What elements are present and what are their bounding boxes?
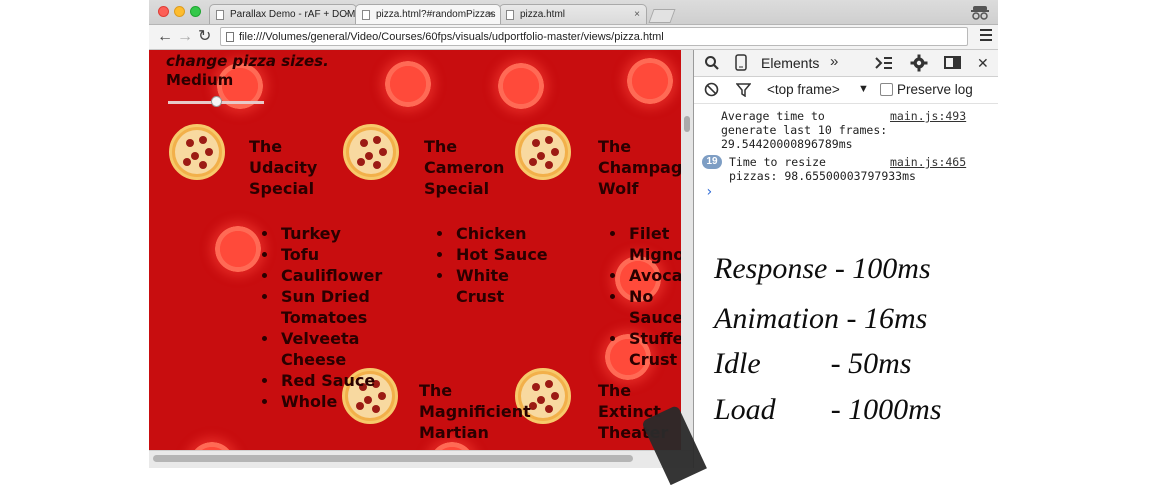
ingredient-item: Sun Dried Tomatoes [279,286,399,328]
scrollbar-thumb[interactable] [153,455,633,462]
ingredient-list: Chicken Hot Sauce White Crust [436,223,554,307]
background-pizza [627,58,673,104]
title-bar: Parallax Demo - rAF + DOM × pizza.html?#… [149,0,998,25]
url-text: file:///Volumes/general/Video/Courses/60… [239,31,664,43]
clear-console-icon[interactable] [704,82,719,97]
tab-title: pizza.html [520,9,566,20]
background-pizza [385,61,431,107]
vertical-scrollbar[interactable] [681,50,693,450]
ingredient-item: Cauliflower [279,265,399,286]
ingredient-item: Tofu [279,244,399,265]
page-icon [216,10,224,20]
horizontal-scrollbar[interactable] [149,450,693,468]
ingredient-item: White Crust [454,265,554,307]
handwritten-note: Response - 100ms [714,252,931,285]
ingredient-item: Whole [279,391,399,412]
devtools-toolbar: Elements » ✕ [694,50,998,77]
minimize-window-button[interactable] [174,6,185,17]
handwritten-note: Load - 1000ms [714,393,942,426]
close-tab-icon[interactable]: × [344,5,350,24]
page-icon [226,32,234,42]
frame-context-select[interactable]: <top frame> [767,82,840,97]
pizza-name: The Udacity Special [249,137,318,198]
slider-knob[interactable] [210,96,222,107]
incognito-icon[interactable] [970,2,990,22]
ingredient-item: Red Sauce [279,370,399,391]
ingredient-item: Hot Sauce [454,244,554,265]
ingredient-item: Avoca [627,265,681,286]
source-link[interactable]: main.js:493 [890,109,966,123]
ingredient-item: Velveeta Cheese [279,328,399,370]
ingredient-list: Turkey Tofu Cauliflower Sun Dried Tomato… [261,223,399,412]
device-mode-icon[interactable] [735,54,747,71]
preserve-log-label: Preserve log [897,82,973,97]
background-pizza [215,226,261,272]
dock-side-icon[interactable] [944,55,962,71]
tab-title: Parallax Demo - rAF + DOM [230,9,356,20]
console-filter-bar: <top frame> ▼ Preserve log [694,77,998,104]
tab-pizza[interactable]: pizza.html × [499,4,647,24]
gear-icon[interactable] [910,54,928,72]
console-prompt-icon[interactable]: › [705,185,713,199]
browser-toolbar: ← → ↻ file:///Volumes/general/Video/Cour… [149,25,998,50]
ingredient-item: No Sauce [627,286,681,328]
pizza-size-label: Medium [166,71,234,89]
search-icon[interactable] [704,55,720,71]
ingredient-item: Turkey [279,223,399,244]
pizza-image [169,124,225,180]
ingredient-item: Chicken [454,223,554,244]
console-drawer-icon[interactable] [875,55,893,71]
page-icon [506,10,514,20]
console-message: Time to resize pizzas: 98.65500003797933… [729,155,916,183]
chevron-down-icon[interactable]: ▼ [858,83,869,95]
background-pizza [498,63,544,109]
scrollbar-thumb[interactable] [684,116,690,132]
filter-icon[interactable] [736,83,751,97]
page-icon [362,10,370,20]
close-window-button[interactable] [158,6,169,17]
ingredient-item: Filet Migno [627,223,681,265]
tab-parallax-demo[interactable]: Parallax Demo - rAF + DOM × [209,4,357,24]
new-tab-button[interactable] [648,9,676,23]
pizza-name: The Cameron Special [424,137,505,198]
tab-pizza-random[interactable]: pizza.html?#randomPizzas × [355,4,501,24]
ingredient-item: Stuffe Crust [627,328,681,370]
source-link[interactable]: main.js:465 [890,155,966,169]
close-tab-icon[interactable]: × [488,5,494,24]
tab-elements[interactable]: Elements [761,54,819,72]
pizza-name: The Magnificient Martian [419,381,531,442]
handwritten-note: Animation - 16ms [714,302,928,335]
close-tab-icon[interactable]: × [634,5,640,24]
page-header: change pizza sizes. [166,52,329,70]
tab-title: pizza.html?#randomPizzas [376,9,496,20]
pizza-name: The Champag Wolf [598,137,681,198]
console-message: Average time to generate last 10 frames:… [721,109,888,151]
menu-icon[interactable] [980,29,992,44]
repeat-count-badge: 19 [702,155,722,169]
reload-icon[interactable]: ↻ [198,27,211,47]
pizza-page: change pizza sizes. Medium The Udacity S… [149,50,681,468]
handwritten-note: Idle - 50ms [714,347,912,380]
preserve-log-checkbox[interactable] [880,83,893,96]
forward-arrow-icon[interactable]: → [177,27,193,47]
close-icon[interactable]: ✕ [977,54,989,72]
address-bar[interactable]: file:///Volumes/general/Video/Courses/60… [220,27,968,46]
zoom-window-button[interactable] [190,6,201,17]
ingredient-list: Filet Migno Avoca No Sauce Stuffe Crust [609,223,681,370]
back-arrow-icon[interactable]: ← [157,27,173,47]
more-panels-icon[interactable]: » [830,53,838,70]
